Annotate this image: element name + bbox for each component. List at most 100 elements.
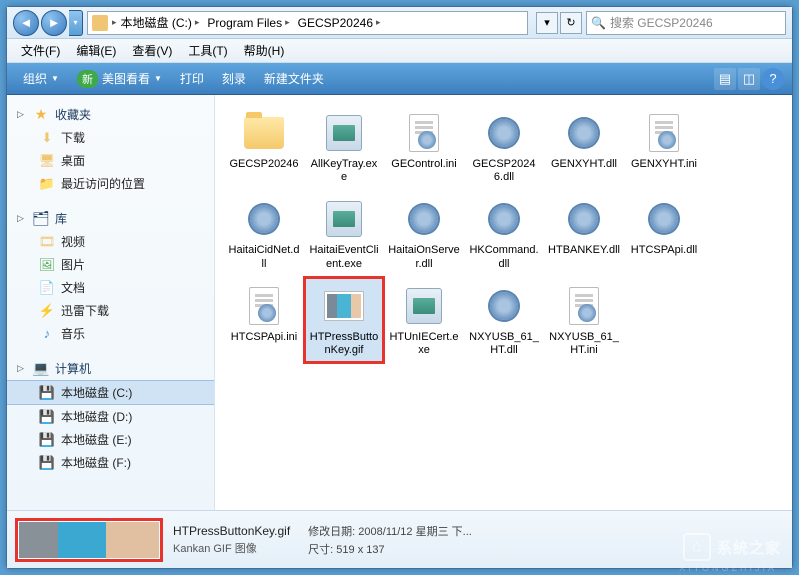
- meitu-button[interactable]: 新美图看看▼: [69, 66, 170, 92]
- file-item[interactable]: HTCSPApi.ini: [225, 278, 303, 362]
- file-item[interactable]: HaitaiEventClient.exe: [305, 191, 383, 275]
- sidebar-item[interactable]: 📄文档: [7, 276, 214, 299]
- sidebar-group-favorites: ▷ ★ 收藏夹 ⬇下载🖥桌面 📁 最近访问的位置: [7, 103, 214, 195]
- breadcrumb-segment[interactable]: 本地磁盘 (C:)▸: [117, 12, 204, 34]
- dropdown-button[interactable]: ▾: [536, 12, 558, 34]
- file-label: HaitaiEventClient.exe: [308, 244, 380, 270]
- file-label: HTUnIECert.exe: [388, 331, 460, 357]
- exe-icon: [321, 110, 367, 156]
- body: ▷ ★ 收藏夹 ⬇下载🖥桌面 📁 最近访问的位置 ▷ 🗂 库 🎞视频🖼图片📄文档⚡迅…: [7, 95, 792, 510]
- file-item[interactable]: NXYUSB_61_HT.dll: [465, 278, 543, 362]
- file-label: GENXYHT.dll: [551, 158, 617, 171]
- sidebar-item[interactable]: 💾本地磁盘 (D:): [7, 405, 214, 428]
- file-label: HKCommand.dll: [468, 244, 540, 270]
- sidebar-item[interactable]: 💾本地磁盘 (E:): [7, 428, 214, 451]
- sidebar-item-label: 视频: [61, 233, 85, 250]
- sidebar-header-libraries[interactable]: ▷ 🗂 库: [7, 207, 214, 230]
- sidebar-item[interactable]: ♪音乐: [7, 322, 214, 345]
- computer-icon: 💻: [33, 361, 49, 377]
- back-button[interactable]: ◄: [13, 10, 39, 36]
- folder-icon: [241, 110, 287, 156]
- file-item[interactable]: GECSP20246.dll: [465, 105, 543, 189]
- caret-icon: ▷: [17, 213, 27, 224]
- newfolder-button[interactable]: 新建文件夹: [256, 66, 332, 91]
- file-label: HTCSPApi.ini: [231, 331, 297, 344]
- icon-grid: GECSP20246AllKeyTray.exe GEControl.ini GEC…: [225, 105, 782, 362]
- chevron-right-icon: ▸: [376, 17, 381, 28]
- file-label: HaitaiOnServer.dll: [388, 244, 460, 270]
- burn-button[interactable]: 刻录: [214, 66, 254, 91]
- menu-help[interactable]: 帮助(H): [238, 40, 291, 61]
- dll-icon: [641, 196, 687, 242]
- file-item[interactable]: HTUnIECert.exe: [385, 278, 463, 362]
- sidebar-item[interactable]: 💾 本地磁盘 (C:): [7, 380, 214, 405]
- menu-tools[interactable]: 工具(T): [182, 40, 233, 61]
- file-item[interactable]: AllKeyTray.exe: [305, 105, 383, 189]
- file-label: NXYUSB_61_HT.dll: [468, 331, 540, 357]
- star-icon: ★: [33, 107, 49, 123]
- sidebar-item[interactable]: ⬇下载: [7, 126, 214, 149]
- sidebar-item-label: 迅雷下载: [61, 302, 109, 319]
- file-label: HTPressButtonKey.gif: [308, 331, 380, 357]
- ini-icon: [241, 283, 287, 329]
- file-item[interactable]: GECSP20246: [225, 105, 303, 189]
- file-item[interactable]: HTCSPApi.dll: [625, 191, 703, 275]
- sidebar-item[interactable]: 📁 最近访问的位置: [7, 172, 214, 195]
- nav-buttons: ◄ ► ▾: [13, 10, 83, 36]
- drive-icon: 💾: [39, 385, 55, 401]
- sidebar-item[interactable]: 🖥桌面: [7, 149, 214, 172]
- exe-icon: [401, 283, 447, 329]
- file-item[interactable]: HTBANKEY.dll: [545, 191, 623, 275]
- dll-icon: [481, 283, 527, 329]
- print-button[interactable]: 打印: [172, 66, 212, 91]
- chevron-down-icon: ▼: [154, 74, 162, 83]
- file-item[interactable]: HaitaiOnServer.dll: [385, 191, 463, 275]
- sidebar-item[interactable]: 🎞视频: [7, 230, 214, 253]
- sidebar-header-computer[interactable]: ▷ 💻 计算机: [7, 357, 214, 380]
- content-area[interactable]: GECSP20246AllKeyTray.exe GEControl.ini GEC…: [215, 95, 792, 510]
- organize-button[interactable]: 组织▼: [15, 66, 67, 91]
- sidebar-group-libraries: ▷ 🗂 库 🎞视频🖼图片📄文档⚡迅雷下载♪音乐: [7, 207, 214, 345]
- menu-edit[interactable]: 编辑(E): [70, 40, 122, 61]
- file-label: GEControl.ini: [391, 158, 456, 171]
- file-item[interactable]: NXYUSB_61_HT.ini: [545, 278, 623, 362]
- sidebar-item-label: 图片: [61, 256, 85, 273]
- search-input[interactable]: 🔍 搜索 GECSP20246: [586, 11, 786, 35]
- file-item[interactable]: GENXYHT.ini: [625, 105, 703, 189]
- details-meta: 修改日期: 2008/11/12 星期三 下... 尺寸: 519 x 137: [308, 523, 472, 557]
- help-button[interactable]: ?: [762, 68, 784, 90]
- dll-icon: [481, 196, 527, 242]
- recent-icon: 📁: [39, 176, 55, 192]
- sidebar-item-label: 下载: [61, 129, 85, 146]
- file-item[interactable]: HTPressButtonKey.gif: [305, 278, 383, 362]
- breadcrumb-segment[interactable]: Program Files▸: [203, 12, 293, 34]
- details-date-label: 修改日期:: [308, 526, 355, 538]
- ini-icon: [561, 283, 607, 329]
- file-item[interactable]: GENXYHT.dll: [545, 105, 623, 189]
- preview-pane-button[interactable]: ◫: [738, 68, 760, 90]
- sidebar-header-favorites[interactable]: ▷ ★ 收藏夹: [7, 103, 214, 126]
- refresh-button[interactable]: ↻: [560, 12, 582, 34]
- file-label: HaitaiCidNet.dll: [228, 244, 300, 270]
- sidebar-item[interactable]: 🖼图片: [7, 253, 214, 276]
- breadcrumb[interactable]: ▸ 本地磁盘 (C:)▸ Program Files▸ GECSP20246▸: [87, 11, 528, 35]
- ini-icon: [401, 110, 447, 156]
- nav-history-dropdown[interactable]: ▾: [69, 10, 83, 36]
- dll-icon: [481, 110, 527, 156]
- sidebar-item-label: 本地磁盘 (C:): [61, 384, 132, 401]
- forward-button[interactable]: ►: [41, 10, 67, 36]
- desktop-icon: 🖥: [39, 153, 55, 169]
- dll-icon: [241, 196, 287, 242]
- sidebar-item[interactable]: ⚡迅雷下载: [7, 299, 214, 322]
- gif-icon: [321, 283, 367, 329]
- file-item[interactable]: HKCommand.dll: [465, 191, 543, 275]
- file-item[interactable]: HaitaiCidNet.dll: [225, 191, 303, 275]
- view-mode-button[interactable]: ▤: [714, 68, 736, 90]
- breadcrumb-segment[interactable]: GECSP20246▸: [294, 12, 385, 34]
- file-label: GENXYHT.ini: [631, 158, 697, 171]
- sidebar-item-label: 最近访问的位置: [61, 175, 145, 192]
- file-item[interactable]: GEControl.ini: [385, 105, 463, 189]
- menu-file[interactable]: 文件(F): [15, 40, 66, 61]
- menu-view[interactable]: 查看(V): [126, 40, 178, 61]
- sidebar-item[interactable]: 💾本地磁盘 (F:): [7, 451, 214, 474]
